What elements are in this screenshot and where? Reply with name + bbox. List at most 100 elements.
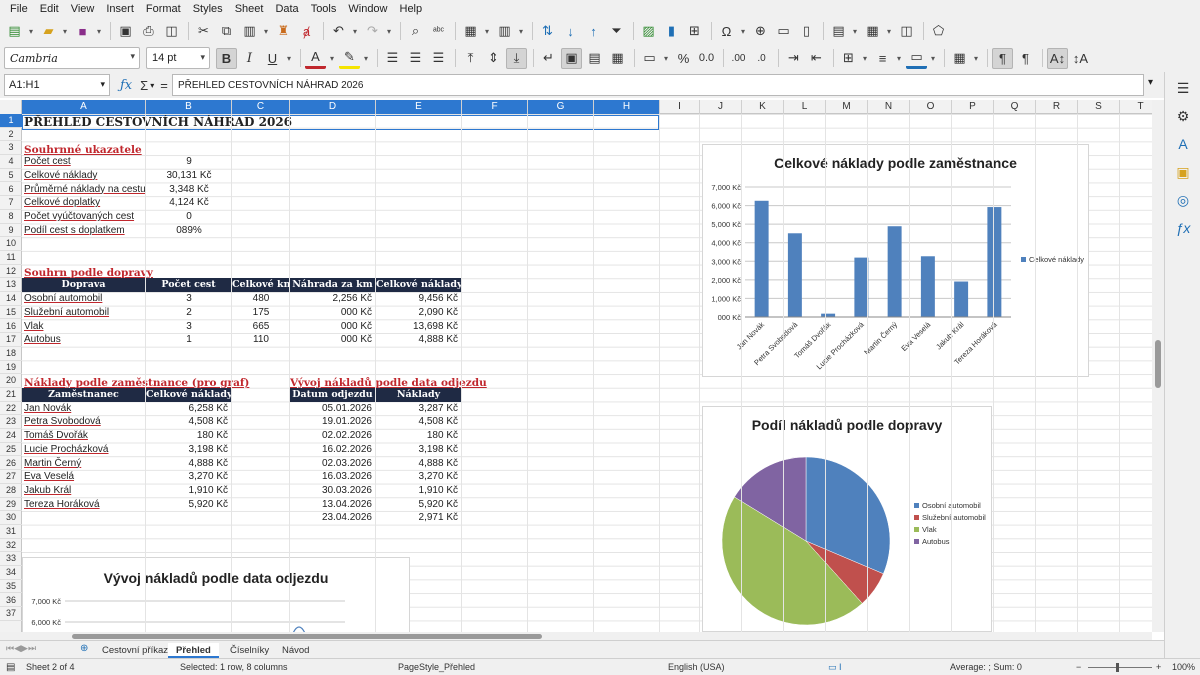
undo-icon[interactable]: ↶: [328, 21, 349, 42]
table-header[interactable]: Počet cest: [146, 278, 232, 293]
table-cell[interactable]: 16.02.2026: [290, 443, 376, 457]
merge-center-icon[interactable]: ▣: [561, 47, 582, 69]
table-cell[interactable]: 02.02.2026: [290, 429, 376, 443]
table-cell[interactable]: 19.01.2026: [290, 415, 376, 429]
merge-cells-icon[interactable]: ▤: [584, 48, 605, 69]
summary-value[interactable]: 089%: [146, 224, 232, 238]
row-header[interactable]: 33: [0, 552, 22, 567]
menu-item[interactable]: Window: [342, 0, 393, 18]
sort-descending-icon[interactable]: ↑: [583, 21, 604, 42]
menu-item[interactable]: View: [65, 0, 101, 18]
table-cell[interactable]: 3,270 Kč: [146, 470, 232, 484]
save-icon[interactable]: ■: [72, 21, 93, 42]
bar[interactable]: [920, 256, 935, 317]
table-header[interactable]: Celkové km: [232, 278, 290, 293]
insert-image-icon[interactable]: ▨: [638, 21, 659, 42]
table-cell[interactable]: 4,888 Kč: [376, 457, 462, 471]
row-header[interactable]: 13: [0, 278, 22, 293]
open-dropdown-icon[interactable]: ▾: [61, 21, 69, 42]
horizontal-scroll-thumb[interactable]: [72, 634, 542, 639]
new-dropdown-icon[interactable]: ▾: [27, 21, 35, 42]
menu-item[interactable]: Help: [394, 0, 429, 18]
vertical-scrollbar[interactable]: [1152, 100, 1164, 632]
print-preview-icon[interactable]: ◫: [161, 21, 182, 42]
number-format-icon[interactable]: 0.0: [696, 48, 717, 69]
column-header[interactable]: P: [952, 100, 994, 114]
table-cell[interactable]: 000 Kč: [290, 306, 376, 320]
sort-ascending-icon[interactable]: ↓: [560, 21, 581, 42]
row-header[interactable]: 35: [0, 580, 22, 594]
increase-indent-icon[interactable]: ⇥: [783, 48, 804, 69]
column-header[interactable]: B: [146, 100, 232, 114]
table-cell[interactable]: 05.01.2026: [290, 402, 376, 416]
summary-label[interactable]: Počet vyúčtovaných cest: [22, 210, 146, 224]
expand-formula-icon[interactable]: ▾: [1148, 77, 1153, 88]
row-header[interactable]: 16: [0, 320, 22, 334]
special-character-icon[interactable]: Ω: [716, 21, 737, 42]
column-icon[interactable]: ▥: [494, 21, 515, 42]
table-cell[interactable]: Vlak: [22, 320, 146, 334]
decrease-indent-icon[interactable]: ⇤: [806, 48, 827, 69]
column-header[interactable]: J: [700, 100, 742, 114]
column-header[interactable]: H: [594, 100, 660, 114]
sheet-tab[interactable]: Návod: [274, 643, 317, 658]
row-header[interactable]: 19: [0, 361, 22, 375]
table-cell[interactable]: 180 Kč: [146, 429, 232, 443]
row-header[interactable]: 23: [0, 415, 22, 430]
save-dropdown-icon[interactable]: ▾: [95, 21, 103, 42]
row-header[interactable]: 21: [0, 388, 22, 402]
border-color-dropdown-icon[interactable]: ▾: [929, 48, 937, 69]
table-cell[interactable]: 30.03.2026: [290, 484, 376, 498]
menu-item[interactable]: Format: [140, 0, 187, 18]
functions-icon[interactable]: ƒx: [1173, 218, 1193, 238]
row-header[interactable]: 18: [0, 347, 22, 361]
align-left-icon[interactable]: ☰: [382, 48, 403, 69]
column-header[interactable]: A: [22, 100, 146, 114]
summary-value[interactable]: 4,124 Kč: [146, 196, 232, 210]
table-cell[interactable]: 1,910 Kč: [146, 484, 232, 498]
table-cell[interactable]: 5,920 Kč: [376, 498, 462, 512]
table-cell[interactable]: 23.04.2026: [290, 511, 376, 525]
row-icon[interactable]: ▦: [460, 21, 481, 42]
column-header[interactable]: M: [826, 100, 868, 114]
print-icon[interactable]: ⎙: [138, 21, 159, 42]
table-header[interactable]: Náklady: [376, 388, 462, 402]
comment-icon[interactable]: ▭: [773, 21, 794, 42]
table-cell[interactable]: 480: [232, 292, 290, 306]
special-character-dropdown-icon[interactable]: ▾: [739, 21, 747, 42]
unmerge-cells-icon[interactable]: ▦: [607, 48, 628, 69]
select-all-corner[interactable]: [0, 100, 22, 114]
table-cell[interactable]: 6,258 Kč: [146, 402, 232, 416]
sheet-tab[interactable]: Číselníky: [222, 643, 277, 658]
spreadsheet-grid[interactable]: PŘEHLED CESTOVNÍCH NÁHRAD 2026 Souhrnné …: [22, 114, 1152, 632]
table-cell[interactable]: 16.03.2026: [290, 470, 376, 484]
currency-format-icon[interactable]: ▭: [639, 48, 660, 69]
table-cell[interactable]: 3,198 Kč: [146, 443, 232, 457]
column-header[interactable]: L: [784, 100, 826, 114]
row-header[interactable]: 4: [0, 155, 22, 169]
table-cell[interactable]: 1,910 Kč: [376, 484, 462, 498]
column-header[interactable]: C: [232, 100, 290, 114]
table-header[interactable]: Celkové náklady: [376, 278, 462, 293]
table-cell[interactable]: Osobní automobil: [22, 292, 146, 306]
table-cell[interactable]: 2,971 Kč: [376, 511, 462, 525]
summary-label[interactable]: Počet cest: [22, 155, 146, 169]
spelling-icon[interactable]: ᵃᵇᶜ: [428, 21, 449, 42]
pie-chart[interactable]: Podíl nákladů podle dopravy Osobní autom…: [702, 406, 992, 632]
summary-value[interactable]: 30,131 Kč: [146, 169, 232, 183]
menu-item[interactable]: Sheet: [229, 0, 270, 18]
summary-label[interactable]: Průměrné náklady na cestu: [22, 183, 146, 197]
add-decimal-icon[interactable]: .00: [728, 48, 749, 69]
table-cell[interactable]: 4,508 Kč: [146, 415, 232, 429]
row-header[interactable]: 5: [0, 169, 22, 183]
clear-formatting-icon[interactable]: ⱥ: [296, 21, 317, 42]
row-header[interactable]: 3: [0, 141, 22, 156]
menu-item[interactable]: File: [4, 0, 34, 18]
table-cell[interactable]: 2: [146, 306, 232, 320]
left-to-right-icon[interactable]: ¶: [992, 47, 1013, 69]
column-header[interactable]: K: [742, 100, 784, 114]
row-header[interactable]: 24: [0, 429, 22, 443]
table-cell[interactable]: Služební automobil: [22, 306, 146, 320]
row-header[interactable]: 26: [0, 457, 22, 471]
column-header[interactable]: D: [290, 100, 376, 114]
